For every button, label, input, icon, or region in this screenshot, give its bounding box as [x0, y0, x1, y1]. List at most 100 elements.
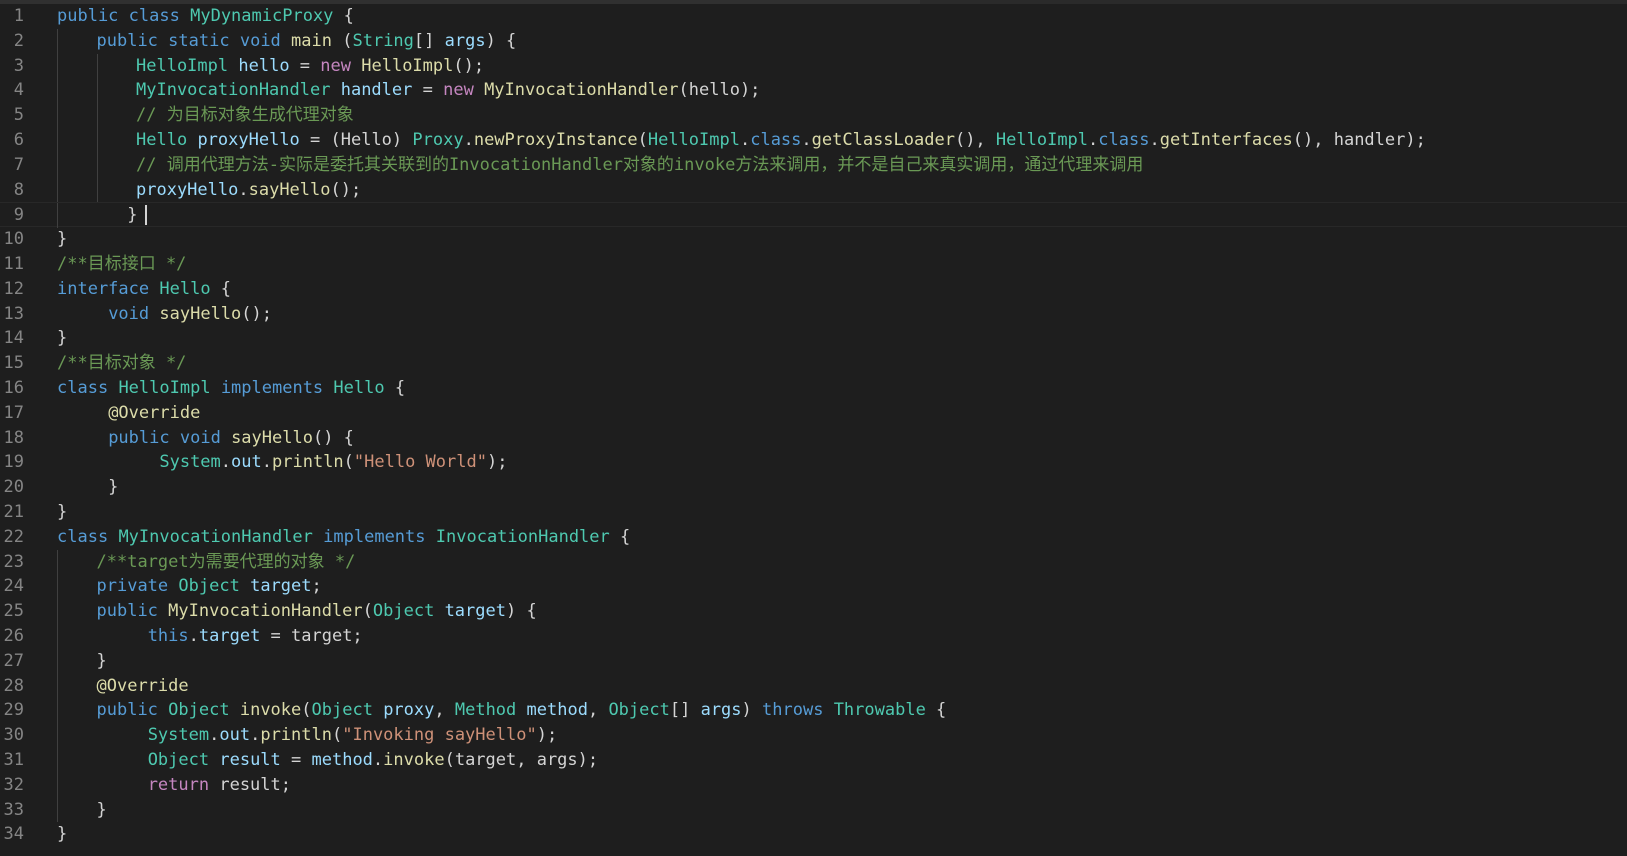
code-line[interactable]: 16 class HelloImpl implements Hello {: [0, 376, 1627, 401]
code-text[interactable]: public MyInvocationHandler(Object target…: [97, 599, 537, 624]
code-line[interactable]: 12 interface Hello {: [0, 277, 1627, 302]
code-token: println: [272, 452, 344, 473]
code-line[interactable]: 3 HelloImpl hello = new HelloImpl();: [0, 53, 1627, 79]
code-text[interactable]: HelloImpl hello = new HelloImpl();: [136, 54, 484, 79]
code-text[interactable]: MyInvocationHandler handler = new MyInvo…: [136, 78, 760, 103]
code-text[interactable]: this.target = target;: [97, 624, 363, 649]
code-line[interactable]: 5 // 为目标对象生成代理对象: [0, 103, 1627, 128]
code-line[interactable]: 32 return result;: [0, 772, 1627, 798]
code-line[interactable]: 11 /**目标接口 */: [0, 252, 1627, 277]
code-token: =: [412, 80, 444, 101]
code-line[interactable]: 26 this.target = target;: [0, 624, 1627, 649]
code-text[interactable]: }: [57, 326, 67, 351]
code-text[interactable]: System.out.println("Hello World");: [57, 450, 507, 475]
code-token: proxyHello: [197, 130, 300, 150]
code-text[interactable]: class MyInvocationHandler implements Inv…: [57, 525, 630, 550]
code-token: HelloImpl: [361, 55, 454, 76]
code-line[interactable]: 27}: [0, 648, 1627, 674]
code-text[interactable]: }: [97, 203, 148, 228]
code-line[interactable]: 24 private Object target;: [0, 574, 1627, 600]
indent-guide: [57, 152, 58, 178]
code-line[interactable]: 21}: [0, 500, 1627, 525]
code-token: public: [96, 30, 158, 51]
code-line[interactable]: 1 public class MyDynamicProxy {: [0, 4, 1627, 29]
code-editor[interactable]: 1 public class MyDynamicProxy {2 public st…: [0, 0, 1627, 856]
code-line[interactable]: 18 public void sayHello() {: [0, 426, 1627, 451]
code-line[interactable]: 2 public static void main (String[] args)…: [0, 28, 1627, 54]
code-line[interactable]: 17 @Override: [0, 401, 1627, 426]
code-token: out: [231, 452, 262, 473]
code-text[interactable]: // 调用代理方法-实际是委托其关联到的InvocationHandler对象的…: [136, 153, 1143, 178]
code-text[interactable]: }: [97, 798, 107, 823]
code-text[interactable]: public void sayHello() {: [57, 426, 354, 451]
code-token: Method: [454, 700, 517, 721]
code-line[interactable]: 34}: [0, 822, 1627, 847]
code-token: out: [219, 725, 251, 746]
code-token: .: [261, 452, 272, 473]
indent-guide: [57, 648, 58, 674]
code-text[interactable]: }: [57, 475, 118, 500]
code-text[interactable]: void sayHello();: [57, 302, 272, 327]
code-text[interactable]: @Override: [97, 674, 189, 699]
indent-guide: [96, 78, 98, 104]
code-token: class: [57, 526, 109, 547]
code-text[interactable]: interface Hello {: [57, 277, 231, 302]
code-text[interactable]: }: [57, 500, 67, 525]
code-text[interactable]: public static void main (String[] args) …: [97, 29, 517, 54]
code-line[interactable]: 33}: [0, 797, 1627, 823]
code-line[interactable]: 29 public Object invoke(Object proxy, Met…: [0, 698, 1627, 724]
code-text[interactable]: Hello proxyHello = (Hello) Proxy.newProx…: [136, 128, 1426, 153]
code-token: Object: [147, 750, 210, 770]
code-line[interactable]: 31 Object result = method.invoke(target,…: [0, 748, 1627, 773]
code-token: throws: [762, 700, 824, 721]
indent-guide: [57, 549, 58, 575]
code-text[interactable]: }: [57, 227, 67, 252]
code-text[interactable]: proxyHello.sayHello();: [136, 178, 361, 203]
code-token: proxy: [383, 700, 435, 721]
code-line[interactable]: 4 MyInvocationHandler handler = new MyInv…: [0, 78, 1627, 104]
code-text[interactable]: /**目标对象 */: [57, 351, 186, 376]
line-number: 1: [13, 6, 24, 26]
code-text[interactable]: @Override: [57, 401, 200, 426]
code-line[interactable]: 30 System.out.println("Invoking sayHello…: [0, 723, 1627, 748]
code-text[interactable]: System.out.println("Invoking sayHello");: [97, 723, 558, 748]
code-line[interactable]: 7 // 调用代理方法-实际是委托其关联到的InvocationHandler对象…: [0, 152, 1627, 178]
code-text[interactable]: /**target为需要代理的对象 */: [97, 550, 356, 575]
code-text[interactable]: // 为目标对象生成代理对象: [136, 103, 354, 128]
code-token: new: [320, 55, 351, 76]
code-line[interactable]: 15 /**目标对象 */: [0, 351, 1627, 376]
code-token: proxyHello: [136, 179, 239, 200]
code-text[interactable]: /**目标接口 */: [57, 252, 186, 277]
code-text[interactable]: }: [97, 649, 107, 674]
code-token: .: [1149, 130, 1160, 150]
code-token: MyInvocationHandler: [484, 80, 679, 101]
code-line[interactable]: 9 }: [0, 202, 1627, 229]
code-line[interactable]: 13 void sayHello();: [0, 302, 1627, 327]
code-line[interactable]: 19 System.out.println("Hello World");: [0, 450, 1627, 475]
code-token: .: [801, 130, 812, 150]
code-line[interactable]: 6 Hello proxyHello = (Hello) Proxy.newPro…: [0, 128, 1627, 153]
code-text[interactable]: return result;: [97, 773, 291, 798]
code-text[interactable]: Object result = method.invoke(target, ar…: [97, 748, 598, 773]
code-token: Proxy: [412, 130, 464, 150]
code-line[interactable]: 23 /**target为需要代理的对象 */: [0, 549, 1627, 575]
code-line[interactable]: 20 }: [0, 475, 1627, 500]
code-text[interactable]: class HelloImpl implements Hello {: [57, 376, 405, 401]
code-token: class: [1098, 130, 1150, 150]
code-text[interactable]: public Object invoke(Object proxy, Metho…: [97, 698, 947, 723]
line-number: 10: [3, 229, 24, 250]
line-number: 24: [3, 576, 24, 597]
code-line[interactable]: 10}: [0, 227, 1627, 252]
code-line[interactable]: 22 class MyInvocationHandler implements I…: [0, 525, 1627, 550]
code-text[interactable]: public class MyDynamicProxy {: [57, 4, 354, 29]
code-line[interactable]: 14}: [0, 326, 1627, 351]
code-text[interactable]: }: [57, 822, 67, 847]
code-line[interactable]: 25 public MyInvocationHandler(Object targ…: [0, 599, 1627, 624]
code-line[interactable]: 8 proxyHello.sayHello();: [0, 177, 1627, 203]
code-text[interactable]: private Object target;: [97, 574, 322, 599]
code-token: getClassLoader: [811, 130, 955, 150]
code-line[interactable]: 28 @Override: [0, 673, 1627, 699]
